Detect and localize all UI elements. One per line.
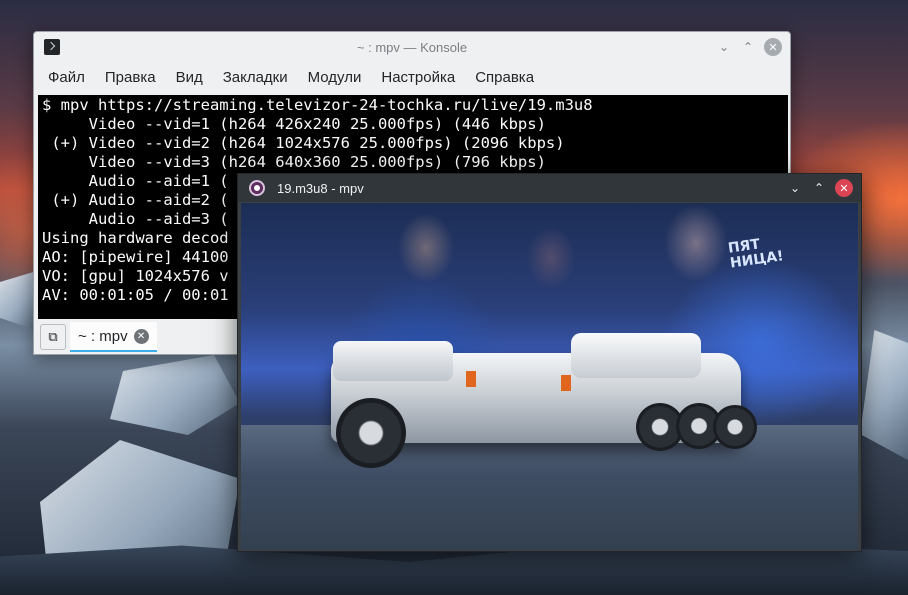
- menu-plugins[interactable]: Модули: [298, 69, 372, 86]
- lego-robot-rear-module: [571, 333, 701, 378]
- mpv-window-controls: ⌄ ⌃ ✕: [787, 179, 853, 197]
- tab-label: ~ : mpv: [78, 327, 128, 345]
- robot-wheel: [336, 398, 406, 468]
- mpv-maximize-button[interactable]: ⌃: [811, 180, 827, 196]
- close-icon: ✕: [768, 40, 778, 54]
- terminal-line: $ mpv https://streaming.televizor-24-toc…: [42, 96, 593, 114]
- close-icon: ✕: [839, 181, 849, 195]
- mpv-minimize-button[interactable]: ⌄: [787, 180, 803, 196]
- menu-bookmarks[interactable]: Закладки: [213, 69, 298, 86]
- chevron-up-icon: ⌃: [813, 181, 825, 195]
- chevron-down-icon: ⌄: [789, 181, 801, 195]
- chevron-up-icon: ⌃: [742, 40, 754, 54]
- robot-wheel: [713, 405, 757, 449]
- tab-close-icon[interactable]: ✕: [133, 328, 149, 344]
- menu-settings[interactable]: Настройка: [371, 69, 465, 86]
- chevron-down-icon: ⌄: [718, 40, 730, 54]
- video-tabletop: [241, 425, 858, 550]
- terminal-line: (+) Video --vid=2 (h264 1024x576 25.000f…: [42, 134, 565, 152]
- terminal-line: Video --vid=3 (h264 640x360 25.000fps) (…: [42, 153, 546, 171]
- lego-robot-front-module: [333, 341, 453, 381]
- maximize-button[interactable]: ⌃: [740, 39, 756, 55]
- menu-view[interactable]: Вид: [166, 69, 213, 86]
- wallpaper-ice-chunk: [110, 355, 240, 435]
- konsole-window-controls: ⌄ ⌃ ✕: [716, 38, 782, 56]
- terminal-line: Video --vid=1 (h264 426x240 25.000fps) (…: [42, 115, 546, 133]
- menu-help[interactable]: Справка: [465, 69, 544, 86]
- mpv-window[interactable]: 19.m3u8 - mpv ⌄ ⌃ ✕ ПЯТ НИЦА!: [237, 173, 862, 552]
- mpv-close-button[interactable]: ✕: [835, 179, 853, 197]
- mpv-window-title: 19.m3u8 - mpv: [277, 180, 364, 196]
- mpv-app-icon[interactable]: [249, 180, 265, 196]
- minimize-button[interactable]: ⌄: [716, 39, 732, 55]
- robot-orange-part: [466, 371, 476, 387]
- konsole-menubar: Файл Правка Вид Закладки Модули Настройк…: [34, 62, 790, 92]
- video-frame[interactable]: ПЯТ НИЦА!: [241, 203, 858, 550]
- wallpaper-ice-chunk: [860, 330, 908, 460]
- tab-mpv[interactable]: ~ : mpv ✕: [70, 322, 157, 352]
- mpv-titlebar[interactable]: 19.m3u8 - mpv ⌄ ⌃ ✕: [238, 174, 861, 202]
- close-button[interactable]: ✕: [764, 38, 782, 56]
- robot-orange-part: [561, 375, 571, 391]
- konsole-titlebar[interactable]: ~ : mpv — Konsole ⌄ ⌃ ✕: [34, 32, 790, 62]
- new-tab-icon: ⧉: [48, 329, 58, 345]
- menu-file[interactable]: Файл: [38, 69, 95, 86]
- konsole-window-title: ~ : mpv — Konsole: [356, 39, 468, 55]
- new-tab-button[interactable]: ⧉: [40, 324, 66, 350]
- menu-edit[interactable]: Правка: [95, 69, 166, 86]
